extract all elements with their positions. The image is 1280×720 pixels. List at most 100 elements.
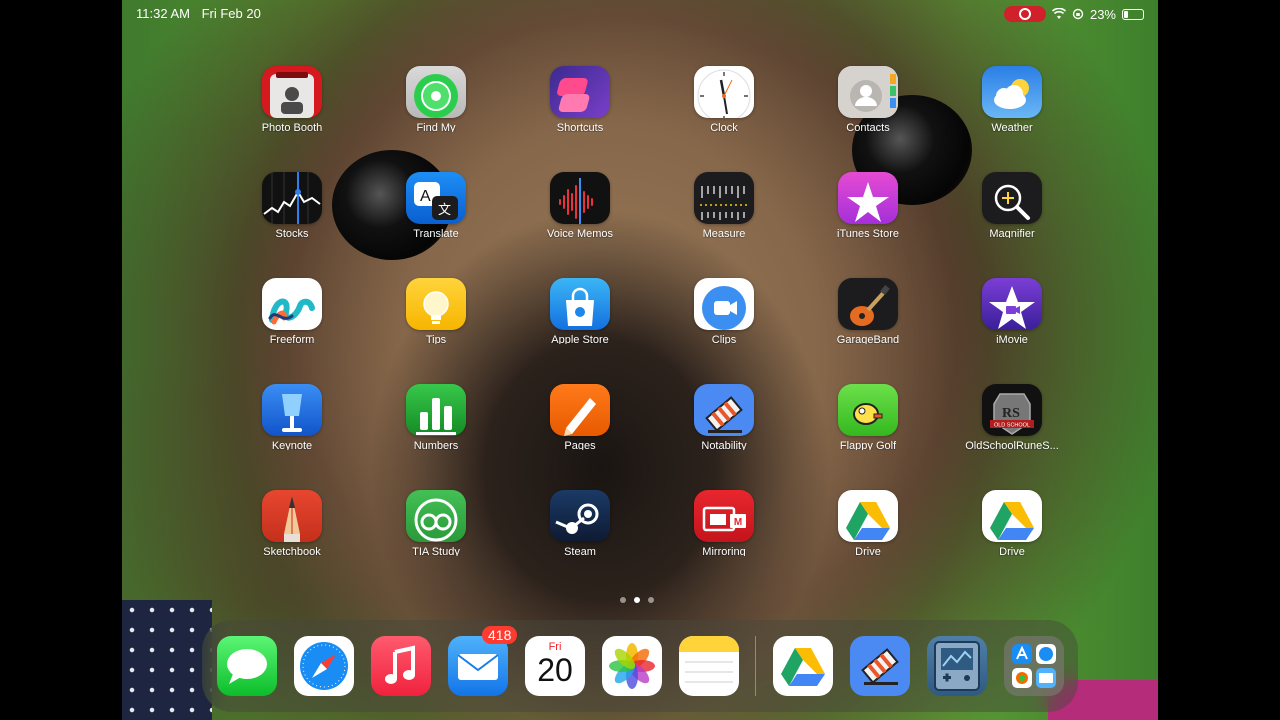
app-label: Weather (991, 121, 1033, 132)
dock-safari[interactable] (294, 636, 354, 696)
app-shortcuts[interactable]: Shortcuts (508, 66, 652, 132)
app-label: GarageBand (836, 333, 900, 344)
app-label: Freeform (269, 333, 315, 344)
dock-notability[interactable] (850, 636, 910, 696)
dock-calendar[interactable]: Fri 20 (525, 636, 585, 696)
app-magnifier[interactable]: Magnifier (940, 172, 1084, 238)
magnifier-icon (982, 172, 1042, 224)
app-translate[interactable]: A文 Translate (364, 172, 508, 238)
app-label: Mirroring (702, 545, 746, 556)
photos-icon (609, 643, 655, 689)
app-flappy-golf[interactable]: Flappy Golf (796, 384, 940, 450)
app-pages[interactable]: Pages (508, 384, 652, 450)
garageband-icon (838, 278, 898, 330)
keynote-icon (262, 384, 322, 436)
app-label: Steam (564, 545, 596, 556)
app-label: OldSchoolRuneS... (965, 439, 1059, 450)
clock-icon (694, 66, 754, 118)
app-apple-store[interactable]: Apple Store (508, 278, 652, 344)
wallpaper-blanket (122, 600, 212, 720)
app-old-school-runescape[interactable]: RS OLD SCHOOL OldSchoolRuneS... (940, 384, 1084, 450)
dock-photos[interactable] (602, 636, 662, 696)
app-drive[interactable]: Drive (796, 490, 940, 556)
page-dot-active[interactable] (634, 597, 640, 603)
flappy-golf-icon (838, 384, 898, 436)
page-indicator[interactable] (620, 597, 654, 603)
itunes-store-icon (838, 172, 898, 224)
measure-icon (694, 172, 754, 224)
dock-drive[interactable] (773, 636, 833, 696)
app-grid: Photo Booth Find My Shortcuts Clock Cont… (220, 66, 1068, 556)
gameboy-emulator-icon (934, 641, 980, 691)
app-label: Clips (711, 333, 737, 344)
app-keynote[interactable]: Keynote (220, 384, 364, 450)
page-dot[interactable] (620, 597, 626, 603)
translate-icon-letter-a: A (420, 188, 431, 205)
app-notability[interactable]: Notability (652, 384, 796, 450)
app-label: Measure (702, 227, 746, 238)
app-tips[interactable]: Tips (364, 278, 508, 344)
mirroring-icon: M (694, 490, 754, 542)
status-date: Fri Feb 20 (201, 6, 261, 21)
numbers-icon (406, 384, 466, 436)
apple-store-icon (550, 278, 610, 330)
app-label: Find My (416, 121, 456, 132)
app-label: Notability (701, 439, 747, 450)
app-find-my[interactable]: Find My (364, 66, 508, 132)
voice-memos-icon (550, 172, 610, 224)
app-weather[interactable]: Weather (940, 66, 1084, 132)
screen-recording-indicator[interactable] (1003, 6, 1046, 22)
app-measure[interactable]: Measure (652, 172, 796, 238)
dock-messages[interactable] (217, 636, 277, 696)
runescape-icon-logo-text: RS (1002, 406, 1020, 421)
dock-app-library[interactable] (1004, 636, 1064, 696)
app-library-icon (1012, 644, 1056, 688)
page-dot[interactable] (648, 597, 654, 603)
app-label: iMovie (996, 333, 1028, 344)
calendar-date: 20 (537, 652, 573, 688)
app-label: Pages (564, 439, 596, 450)
app-label: Tips (425, 333, 447, 344)
app-imovie[interactable]: iMovie (940, 278, 1084, 344)
battery-percent: 23% (1089, 6, 1116, 22)
pages-icon (550, 384, 610, 436)
dock-notes[interactable] (679, 636, 739, 696)
imovie-icon (982, 278, 1042, 330)
app-label: Contacts (846, 121, 890, 132)
app-label: iTunes Store (837, 227, 899, 238)
app-mirroring[interactable]: M Mirroring (652, 490, 796, 556)
shortcuts-icon (550, 66, 610, 118)
app-drive-2[interactable]: Drive (940, 490, 1084, 556)
app-voice-memos[interactable]: Voice Memos (508, 172, 652, 238)
app-contacts[interactable]: Contacts (796, 66, 940, 132)
steam-icon (550, 490, 610, 542)
app-itunes-store[interactable]: iTunes Store (796, 172, 940, 238)
app-clock[interactable]: Clock (652, 66, 796, 132)
dock-mail[interactable] (448, 636, 508, 696)
find-my-icon (406, 66, 466, 118)
app-label: Apple Store (551, 333, 609, 344)
status-time: 11:32 AM (136, 6, 190, 21)
app-sketchbook[interactable]: Sketchbook (220, 490, 364, 556)
photo-booth-icon (262, 66, 322, 118)
music-icon (385, 645, 415, 684)
clips-icon (694, 278, 754, 330)
app-label: Drive (855, 545, 881, 556)
app-label: Keynote (271, 439, 313, 450)
app-clips[interactable]: Clips (652, 278, 796, 344)
app-freeform[interactable]: Freeform (220, 278, 364, 344)
app-stocks[interactable]: Stocks (220, 172, 364, 238)
app-steam[interactable]: Steam (508, 490, 652, 556)
safari-icon (300, 642, 348, 690)
app-tia-study[interactable]: TIA Study (364, 490, 508, 556)
app-label: Stocks (275, 227, 309, 238)
freeform-icon (262, 278, 322, 330)
dock-music[interactable] (371, 636, 431, 696)
status-left: 11:32 AM Fri Feb 20 (136, 6, 269, 21)
app-label: Shortcuts (556, 121, 604, 132)
dock-gameboy-emulator[interactable] (927, 636, 987, 696)
weather-icon (982, 66, 1042, 118)
app-photo-booth[interactable]: Photo Booth (220, 66, 364, 132)
app-numbers[interactable]: Numbers (364, 384, 508, 450)
app-garageband[interactable]: GarageBand (796, 278, 940, 344)
